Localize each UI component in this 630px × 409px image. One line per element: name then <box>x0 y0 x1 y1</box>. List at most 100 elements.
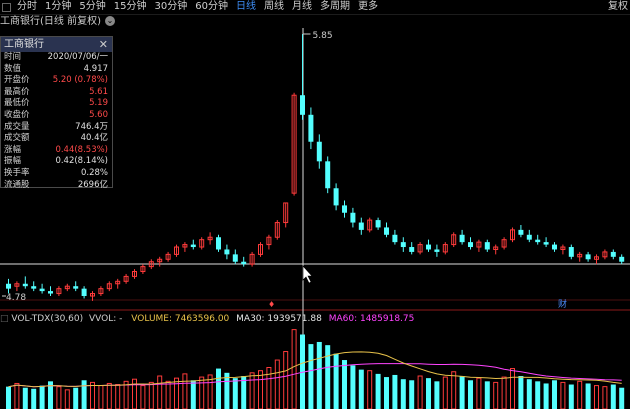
candle-body <box>535 239 541 243</box>
volume-bar <box>316 341 322 409</box>
volume-bar <box>174 377 179 409</box>
info-rows: 时间 2020/07/06/一 数值 4.917 开盘价 5.20 (0.78%) 最高价 5… <box>1 52 112 191</box>
volume-bar <box>392 374 398 409</box>
mouse-cursor-icon <box>302 265 313 284</box>
volume-bar <box>619 387 625 409</box>
low-price-label: 4.78 <box>6 293 26 303</box>
volume-bar <box>568 384 574 409</box>
volume-bar <box>31 388 37 409</box>
volume-bar <box>190 380 196 409</box>
volume-bar <box>367 370 373 409</box>
candle-body <box>190 244 196 248</box>
volume-bar <box>81 380 87 409</box>
info-panel-header: 工商银行 ✕ <box>1 37 112 52</box>
volume-bar <box>258 370 263 409</box>
volume-bar <box>56 386 62 409</box>
candle-body <box>308 114 314 142</box>
volume-bar <box>417 375 423 409</box>
candle-body <box>316 141 322 162</box>
info-row-label: 换手率 <box>4 167 30 178</box>
volume-indicator-name[interactable]: VOL-TDX(30,60) <box>11 314 83 324</box>
candle-body <box>459 234 465 243</box>
info-row-value: 746.4万 <box>75 121 108 132</box>
volume-bar <box>602 386 608 409</box>
info-row: 成交量 746.4万 <box>1 122 112 134</box>
volume-bar <box>90 381 95 409</box>
candle-body <box>48 291 53 294</box>
volume-bar <box>400 379 406 409</box>
volume-bar <box>501 376 507 409</box>
ma30-value: MA30: 1939571.88 <box>236 314 322 324</box>
info-panel-title: 工商银行 <box>4 39 44 50</box>
info-row-value: 2696亿 <box>77 179 108 190</box>
volume-bar <box>552 380 557 409</box>
volume-bar <box>291 329 297 409</box>
candle-body <box>350 212 356 223</box>
candle-body <box>526 234 532 240</box>
volume-value: VOLUME: 7463596.00 <box>131 314 230 324</box>
info-row-label: 时间 <box>4 52 22 62</box>
info-row-label: 涨幅 <box>4 144 22 155</box>
candle-body <box>384 227 389 235</box>
vvol-value: VVOL: - <box>89 314 123 324</box>
info-row-value: 5.61 <box>89 86 108 97</box>
info-row-label: 成交量 <box>4 121 30 132</box>
volume-bar <box>182 373 188 409</box>
info-row-label: 开盘价 <box>4 75 30 86</box>
stock-info-panel: 工商银行 ✕ 时间 2020/07/06/一 数值 4.917 开盘价 5.20 (0.7… <box>0 36 113 191</box>
candle-body <box>619 256 625 262</box>
volume-bar <box>434 381 440 409</box>
settings-icon[interactable]: □ <box>0 314 9 324</box>
info-row: 振幅 0.42(8.14%) <box>1 156 112 168</box>
volume-bar <box>518 376 524 409</box>
volume-bar <box>484 381 490 409</box>
volume-bar <box>577 380 583 409</box>
info-row-value: 4.917 <box>83 63 108 74</box>
candle-body <box>342 205 347 213</box>
candle-body <box>375 220 381 228</box>
info-row: 最低价 5.19 <box>1 98 112 110</box>
volume-bar <box>493 381 499 409</box>
candle-body <box>518 229 524 235</box>
info-row: 时间 2020/07/06/一 <box>1 52 112 64</box>
candle-body <box>6 283 11 289</box>
candle-body <box>241 261 247 265</box>
volume-bar <box>350 365 356 409</box>
candle-body <box>552 244 557 250</box>
info-row-label: 最高价 <box>4 86 30 97</box>
volume-bar <box>232 378 238 409</box>
volume-bar <box>6 386 11 409</box>
info-row: 收盘价 5.60 <box>1 110 112 122</box>
volume-bar <box>115 384 121 409</box>
volume-bar <box>148 381 154 409</box>
volume-bar <box>451 371 457 409</box>
volume-bar <box>216 368 221 409</box>
candle-body <box>543 242 549 245</box>
volume-bar <box>342 360 347 409</box>
volume-indicator-bar: □ VOL-TDX(30,60) VVOL: - VOLUME: 7463596… <box>0 313 414 325</box>
candle-body <box>325 161 331 189</box>
info-row-value: 0.28% <box>80 167 108 178</box>
info-row: 开盘价 5.20 (0.78%) <box>1 75 112 87</box>
candle-body <box>31 286 37 289</box>
volume-bar <box>140 385 146 409</box>
volume-bar <box>526 379 532 409</box>
info-row-label: 收盘价 <box>4 109 30 120</box>
volume-bar <box>333 353 339 409</box>
volume-bar <box>594 385 599 409</box>
volume-bar <box>409 380 415 409</box>
info-row-value: 5.20 (0.78%) <box>52 75 108 86</box>
candle-body <box>400 242 406 248</box>
close-icon[interactable]: ✕ <box>99 37 108 52</box>
volume-bar <box>165 380 171 409</box>
candle-body <box>22 283 28 287</box>
info-row: 换手率 0.28% <box>1 168 112 180</box>
candle-body <box>409 247 415 252</box>
volume-bar <box>384 377 389 409</box>
volume-bar <box>476 377 482 409</box>
volume-bar <box>64 389 70 409</box>
high-price-label: 5.85 <box>313 31 333 41</box>
volume-bar <box>459 376 465 409</box>
info-row-value: 0.44(8.53%) <box>55 144 108 155</box>
candle-body <box>39 288 45 292</box>
